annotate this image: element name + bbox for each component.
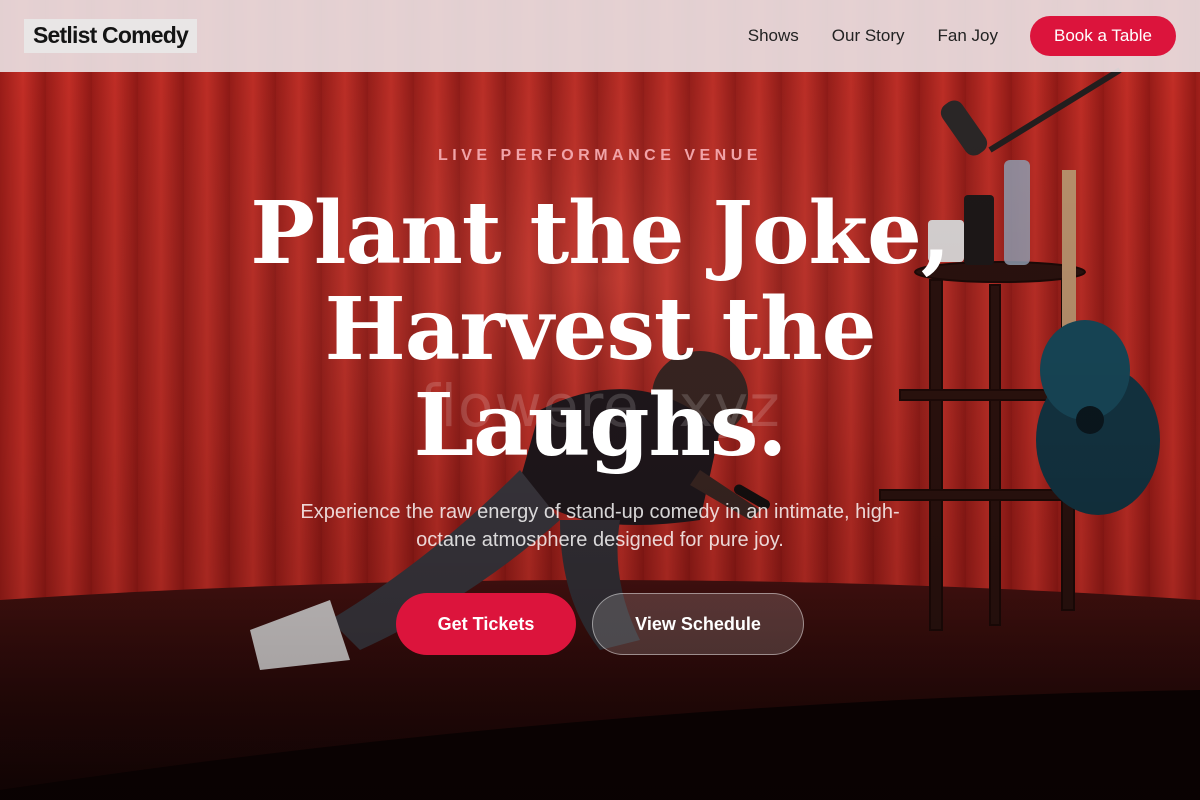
headline-line-2: Harvest the (324, 279, 876, 380)
view-schedule-button[interactable]: View Schedule (592, 593, 804, 655)
get-tickets-button[interactable]: Get Tickets (396, 593, 576, 655)
headline-line-1: Plant the Joke, (250, 183, 950, 284)
hero-cta-group: Get Tickets View Schedule (0, 593, 1200, 655)
hero-subtitle: Experience the raw energy of stand-up co… (300, 501, 900, 551)
hero-headline: Plant the Joke, Harvest the Laughs. (0, 186, 1200, 474)
headline-line-3: Laughs. (413, 375, 788, 476)
hero-content: LIVE PERFORMANCE VENUE Plant the Joke, H… (0, 0, 1200, 800)
hero-eyebrow: LIVE PERFORMANCE VENUE (438, 147, 762, 164)
